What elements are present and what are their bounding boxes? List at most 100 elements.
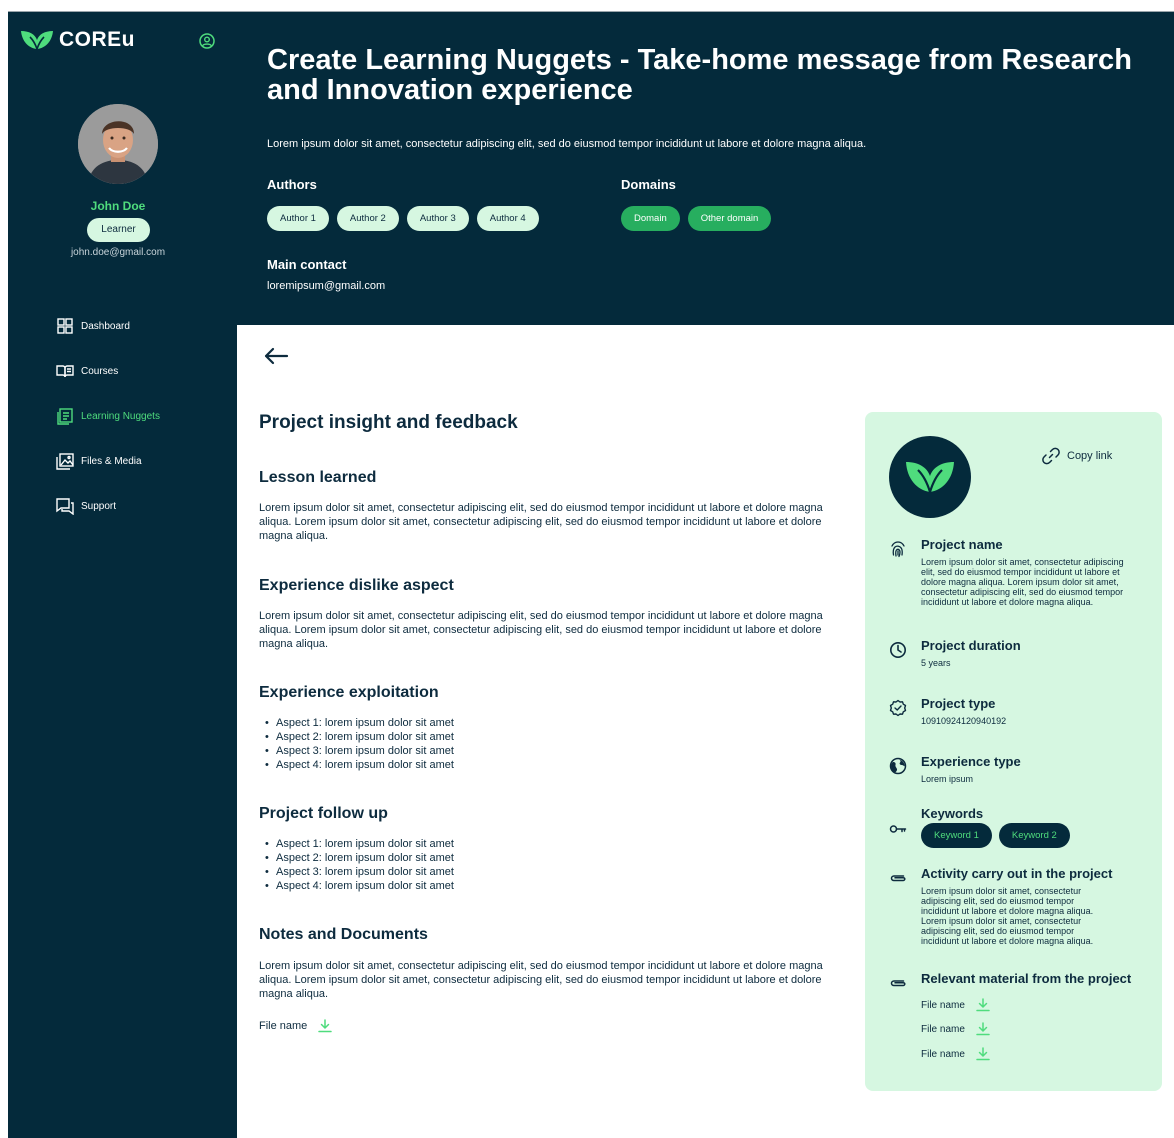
project-type-text: 10910924120940192 — [921, 716, 1007, 726]
project-logo — [889, 436, 971, 518]
follow-up-list: Aspect 1: lorem ipsum dolor sit amet Asp… — [259, 837, 454, 893]
file-name: File name — [921, 1048, 965, 1060]
download-icon[interactable] — [317, 1018, 333, 1034]
list-item: Aspect 4: lorem ipsum dolor sit amet — [259, 879, 454, 893]
verified-badge-icon — [889, 699, 907, 717]
main-contact-email[interactable]: loremipsum@gmail.com — [267, 280, 385, 292]
sidebar-nav: Dashboard Courses Learning Nuggets Files… — [56, 316, 160, 541]
clock-icon — [890, 642, 906, 658]
list-item: Aspect 1: lorem ipsum dolor sit amet — [259, 716, 454, 730]
leaf-logo-icon — [21, 31, 53, 50]
download-icon[interactable] — [975, 1021, 991, 1037]
document-list-icon — [57, 408, 73, 425]
section-heading: Project insight and feedback — [259, 412, 518, 433]
sidebar-item-support[interactable]: Support — [56, 496, 160, 516]
experience-type-title: Experience type — [921, 754, 1021, 769]
file-name: File name — [921, 1023, 965, 1035]
project-info-card: Copy link Project name Lorem ipsum dolor… — [865, 412, 1162, 1091]
sidebar-item-label: Courses — [81, 365, 119, 377]
experience-type-text: Lorem ipsum — [921, 774, 974, 784]
sidebar-item-dashboard[interactable]: Dashboard — [56, 316, 160, 336]
fingerprint-icon — [891, 541, 905, 558]
notes-title: Notes and Documents — [259, 926, 428, 943]
download-icon[interactable] — [975, 1046, 991, 1062]
domain-chip[interactable]: Other domain — [687, 206, 772, 231]
avatar-photo — [78, 104, 158, 184]
chat-icon — [56, 498, 74, 515]
back-arrow-icon[interactable] — [262, 345, 290, 367]
domains-label: Domains — [621, 177, 676, 192]
user-profile-icon[interactable] — [199, 33, 215, 49]
app-frame: COREu John Doe Learner john.doe@gmail.co… — [8, 12, 1174, 1138]
material-title: Relevant material from the project — [921, 971, 1132, 986]
copy-link-label: Copy link — [1067, 450, 1113, 462]
sidebar: COREu John Doe Learner john.doe@gmail.co… — [8, 12, 237, 1138]
user-email: john.doe@gmail.com — [70, 247, 166, 258]
page-description: Lorem ipsum dolor sit amet, consectetur … — [267, 138, 867, 150]
sidebar-item-label: Learning Nuggets — [81, 410, 160, 422]
keyword-chip[interactable]: Keyword 1 — [921, 823, 992, 848]
sidebar-item-files-media[interactable]: Files & Media — [56, 451, 160, 471]
lesson-learned-text: Lorem ipsum dolor sit amet, consectetur … — [259, 502, 823, 542]
role-badge: Learner — [87, 218, 150, 242]
project-type-title: Project type — [921, 696, 996, 711]
keywords-title: Keywords — [921, 806, 984, 821]
project-duration-title: Project duration — [921, 638, 1021, 653]
material-file[interactable]: File name — [921, 997, 991, 1013]
list-item: Aspect 3: lorem ipsum dolor sit amet — [259, 865, 454, 879]
notes-text: Lorem ipsum dolor sit amet, consectetur … — [259, 960, 823, 1000]
sidebar-item-label: Files & Media — [81, 455, 142, 467]
key-icon — [889, 825, 907, 833]
activity-title: Activity carry out in the project — [921, 866, 1113, 881]
list-item: Aspect 1: lorem ipsum dolor sit amet — [259, 837, 454, 851]
sidebar-item-learning-nuggets[interactable]: Learning Nuggets — [56, 406, 160, 426]
follow-up-title: Project follow up — [259, 805, 388, 822]
main-contact-label: Main contact — [267, 257, 347, 272]
globe-icon — [889, 757, 907, 775]
notes-file[interactable]: File name — [259, 1018, 333, 1034]
sidebar-item-courses[interactable]: Courses — [56, 361, 160, 381]
lesson-learned-title: Lesson learned — [259, 469, 377, 486]
download-icon[interactable] — [975, 997, 991, 1013]
activity-text: Lorem ipsum dolor sit amet, consectetur … — [921, 886, 1094, 946]
exploitation-list: Aspect 1: lorem ipsum dolor sit amet Asp… — [259, 716, 454, 772]
avatar[interactable] — [78, 104, 158, 184]
image-folder-icon — [56, 453, 74, 470]
paperclip-icon — [890, 980, 906, 987]
author-chip[interactable]: Author 3 — [406, 206, 469, 231]
sidebar-item-label: Support — [81, 500, 117, 512]
page-header: Create Learning Nuggets - Take-home mess… — [237, 12, 1174, 325]
project-name-title: Project name — [921, 537, 1003, 552]
domain-chip[interactable]: Domain — [621, 206, 680, 231]
list-item: Aspect 2: lorem ipsum dolor sit amet — [259, 851, 454, 865]
list-item: Aspect 4: lorem ipsum dolor sit amet — [259, 758, 454, 772]
keyword-chip[interactable]: Keyword 2 — [998, 823, 1070, 848]
paperclip-icon — [890, 875, 906, 882]
project-name-text: Lorem ipsum dolor sit amet, consectetur … — [921, 557, 1124, 607]
logo[interactable]: COREu — [19, 28, 135, 52]
sidebar-item-label: Dashboard — [81, 320, 130, 332]
author-chip[interactable]: Author 1 — [267, 206, 329, 231]
leaf-logo-icon — [906, 462, 954, 493]
file-name: File name — [921, 999, 965, 1011]
page-title: Create Learning Nuggets - Take-home mess… — [267, 44, 1132, 106]
link-icon — [1042, 447, 1060, 465]
authors-label: Authors — [267, 177, 317, 192]
list-item: Aspect 3: lorem ipsum dolor sit amet — [259, 744, 454, 758]
dislike-aspect-text: Lorem ipsum dolor sit amet, consectetur … — [259, 610, 823, 650]
file-name: File name — [259, 1020, 308, 1032]
dislike-aspect-title: Experience dislike aspect — [259, 577, 454, 594]
domains-list: Domain Other domain — [621, 206, 772, 231]
material-file[interactable]: File name — [921, 1046, 991, 1062]
author-chip[interactable]: Author 2 — [336, 206, 399, 231]
copy-link-button[interactable]: Copy link — [1041, 446, 1112, 466]
list-item: Aspect 2: lorem ipsum dolor sit amet — [259, 730, 454, 744]
exploitation-title: Experience exploitation — [259, 684, 439, 701]
grid-icon — [57, 318, 73, 334]
keywords-list: Keyword 1 Keyword 2 — [921, 823, 1070, 848]
project-duration-text: 5 years — [921, 658, 951, 668]
logo-text: COREu — [59, 28, 135, 51]
user-name: John Doe — [90, 199, 146, 213]
author-chip[interactable]: Author 4 — [476, 206, 539, 231]
material-file[interactable]: File name — [921, 1021, 991, 1037]
